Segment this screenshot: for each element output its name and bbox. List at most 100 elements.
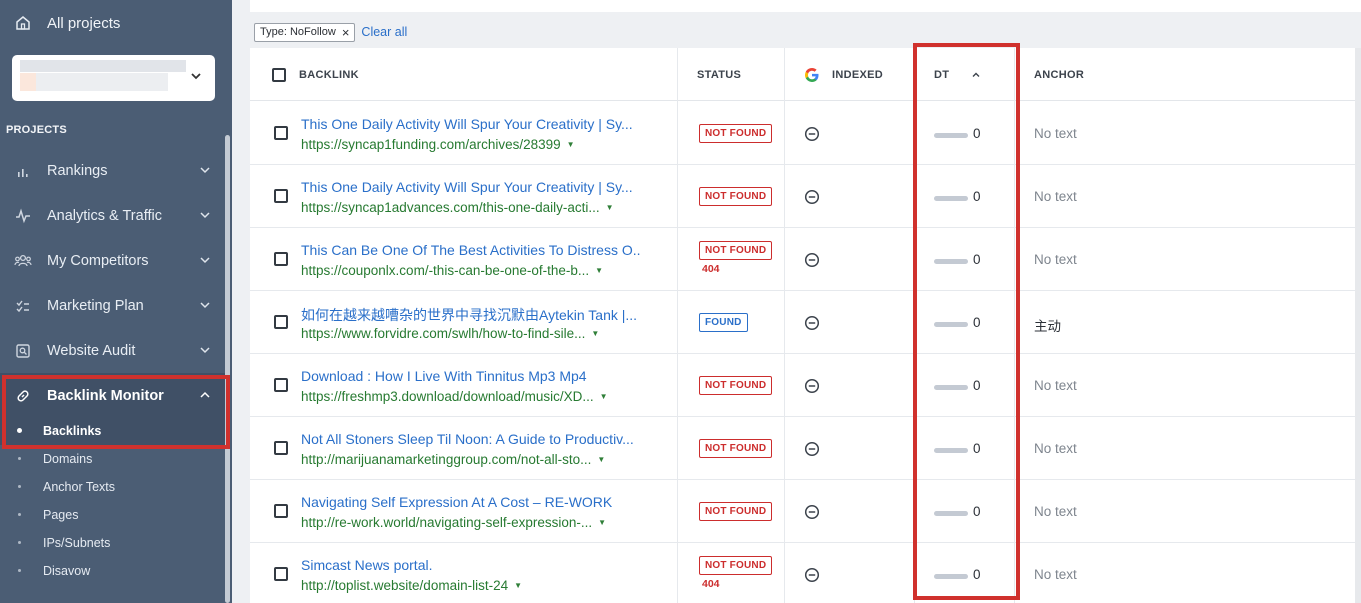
backlink-title-link[interactable]: Not All Stoners Sleep Til Noon: A Guide … bbox=[301, 431, 641, 447]
table-row: Simcast News portal. http://toplist.websi… bbox=[250, 543, 1355, 603]
active-filters: Type: NoFollow × Clear all bbox=[254, 22, 407, 42]
backlink-title-link[interactable]: This Can Be One Of The Best Activities T… bbox=[301, 242, 641, 258]
filter-chip-key: Type: bbox=[260, 26, 287, 38]
http-status-code: 404 bbox=[702, 578, 720, 590]
table-row: Download : How I Live With Tinnitus Mp3 … bbox=[250, 354, 1355, 417]
anchor-text: No text bbox=[1034, 189, 1077, 204]
subnav-pages[interactable]: Pages bbox=[0, 501, 225, 529]
dropdown-caret-icon[interactable]: ▼ bbox=[600, 392, 608, 401]
subnav-label: Pages bbox=[43, 508, 79, 522]
sidebar-item-label: Marketing Plan bbox=[47, 297, 144, 314]
projects-section-label: PROJECTS bbox=[6, 124, 67, 136]
subnav-ips-subnets[interactable]: IPs/Subnets bbox=[0, 529, 225, 557]
anchor-text: No text bbox=[1034, 567, 1077, 582]
table-row: Navigating Self Expression At A Cost – R… bbox=[250, 480, 1355, 543]
backlink-title-link[interactable]: 如何在越来越嘈杂的世界中寻找沉默由Aytekin Tank |... bbox=[301, 305, 641, 325]
project-selector[interactable] bbox=[12, 55, 215, 101]
subnav-label: IPs/Subnets bbox=[43, 536, 111, 550]
row-checkbox[interactable] bbox=[274, 441, 288, 455]
sidebar-item-rankings[interactable]: Rankings bbox=[0, 148, 225, 193]
backlink-url[interactable]: https://syncap1advances.com/this-one-dai… bbox=[301, 200, 614, 215]
row-checkbox[interactable] bbox=[274, 378, 288, 392]
header-anchor[interactable]: ANCHOR bbox=[1034, 48, 1084, 101]
backlink-url-text: https://www.forvidre.com/swlh/how-to-fin… bbox=[301, 326, 586, 341]
chevron-down-icon bbox=[191, 73, 201, 80]
dropdown-caret-icon[interactable]: ▼ bbox=[606, 203, 614, 212]
bullet-icon bbox=[18, 457, 21, 460]
all-projects-link[interactable]: All projects bbox=[0, 0, 225, 46]
subnav-anchor-texts[interactable]: Anchor Texts bbox=[0, 473, 225, 501]
top-panel bbox=[250, 0, 1361, 12]
status-badge: NOT FOUND bbox=[699, 502, 773, 521]
table-row: This One Daily Activity Will Spur Your C… bbox=[250, 102, 1355, 165]
bullet-icon bbox=[18, 541, 21, 544]
checkbox[interactable] bbox=[272, 67, 286, 82]
dropdown-caret-icon[interactable]: ▼ bbox=[514, 581, 522, 590]
bar-chart-icon bbox=[14, 162, 32, 180]
backlink-url-text: https://couponlx.com/-this-can-be-one-of… bbox=[301, 263, 590, 278]
status-badge: NOT FOUND bbox=[699, 241, 773, 260]
sidebar-item-website-audit[interactable]: Website Audit bbox=[0, 328, 225, 373]
sidebar-item-label: Analytics & Traffic bbox=[47, 207, 162, 224]
backlink-url[interactable]: https://freshmp3.download/download/music… bbox=[301, 389, 608, 404]
clear-all-link[interactable]: Clear all bbox=[361, 25, 407, 39]
status-badge: NOT FOUND bbox=[699, 556, 773, 575]
backlink-title-link[interactable]: Navigating Self Expression At A Cost – R… bbox=[301, 494, 641, 510]
select-all-checkbox[interactable] bbox=[272, 48, 286, 101]
not-indexed-icon bbox=[804, 252, 820, 268]
backlink-url[interactable]: http://marijuanamarketinggroup.com/not-a… bbox=[301, 452, 605, 467]
bullet-icon bbox=[18, 513, 21, 516]
header-indexed-wrap[interactable]: INDEXED bbox=[804, 48, 883, 101]
dropdown-caret-icon[interactable]: ▼ bbox=[595, 266, 603, 275]
dropdown-caret-icon[interactable]: ▼ bbox=[598, 518, 606, 527]
close-icon[interactable]: × bbox=[342, 26, 350, 39]
dropdown-caret-icon[interactable]: ▼ bbox=[567, 140, 575, 149]
subnav-domains[interactable]: Domains bbox=[0, 445, 225, 473]
all-projects-label: All projects bbox=[47, 14, 121, 32]
sidebar-item-marketing-plan[interactable]: Marketing Plan bbox=[0, 283, 225, 328]
backlink-title-link[interactable]: This One Daily Activity Will Spur Your C… bbox=[301, 179, 641, 195]
backlink-url[interactable]: https://couponlx.com/-this-can-be-one-of… bbox=[301, 263, 603, 278]
row-checkbox[interactable] bbox=[274, 126, 288, 140]
backlink-url[interactable]: https://syncap1funding.com/archives/2839… bbox=[301, 137, 575, 152]
backlink-title-link[interactable]: This One Daily Activity Will Spur Your C… bbox=[301, 116, 641, 132]
backlink-url-text: http://re-work.world/navigating-self-exp… bbox=[301, 515, 593, 530]
chevron-down-icon bbox=[200, 212, 210, 219]
header-backlink[interactable]: BACKLINK bbox=[299, 48, 359, 101]
status-badge: NOT FOUND bbox=[699, 439, 773, 458]
sidebar-scrollbar[interactable] bbox=[225, 135, 230, 603]
chevron-down-icon bbox=[200, 302, 210, 309]
sidebar-item-competitors[interactable]: My Competitors bbox=[0, 238, 225, 283]
status-badge: NOT FOUND bbox=[699, 376, 773, 395]
subnav-disavow[interactable]: Disavow bbox=[0, 557, 225, 585]
row-checkbox[interactable] bbox=[274, 315, 288, 329]
backlink-title-link[interactable]: Simcast News portal. bbox=[301, 557, 641, 573]
row-checkbox[interactable] bbox=[274, 189, 288, 203]
filter-chip-type[interactable]: Type: NoFollow × bbox=[254, 22, 356, 42]
checklist-icon bbox=[14, 297, 32, 315]
row-checkbox[interactable] bbox=[274, 504, 288, 518]
sidebar-item-analytics[interactable]: Analytics & Traffic bbox=[0, 193, 225, 238]
header-status[interactable]: STATUS bbox=[697, 48, 741, 101]
status-badge: NOT FOUND bbox=[699, 187, 773, 206]
backlink-url[interactable]: http://toplist.website/domain-list-24 ▼ bbox=[301, 578, 522, 593]
table-scrollbar[interactable] bbox=[1355, 48, 1361, 603]
bullet-icon bbox=[18, 485, 21, 488]
backlink-url[interactable]: http://re-work.world/navigating-self-exp… bbox=[301, 515, 606, 530]
row-checkbox[interactable] bbox=[274, 252, 288, 266]
filter-chip-value: NoFollow bbox=[289, 26, 336, 38]
chevron-down-icon bbox=[200, 347, 210, 354]
table-header: BACKLINK STATUS INDEXED DT ANCHOR bbox=[250, 48, 1355, 101]
table-row: This One Daily Activity Will Spur Your C… bbox=[250, 165, 1355, 228]
row-checkbox[interactable] bbox=[274, 567, 288, 581]
subnav-label: Disavow bbox=[43, 564, 91, 578]
anchor-text: No text bbox=[1034, 252, 1077, 267]
subnav-label: Anchor Texts bbox=[43, 480, 116, 494]
sidebar-item-label: Rankings bbox=[47, 162, 108, 179]
backlink-title-link[interactable]: Download : How I Live With Tinnitus Mp3 … bbox=[301, 368, 641, 384]
not-indexed-icon bbox=[804, 126, 820, 142]
project-name-redacted bbox=[20, 60, 186, 72]
backlink-url[interactable]: https://www.forvidre.com/swlh/how-to-fin… bbox=[301, 326, 599, 341]
dropdown-caret-icon[interactable]: ▼ bbox=[591, 329, 599, 338]
dropdown-caret-icon[interactable]: ▼ bbox=[597, 455, 605, 464]
